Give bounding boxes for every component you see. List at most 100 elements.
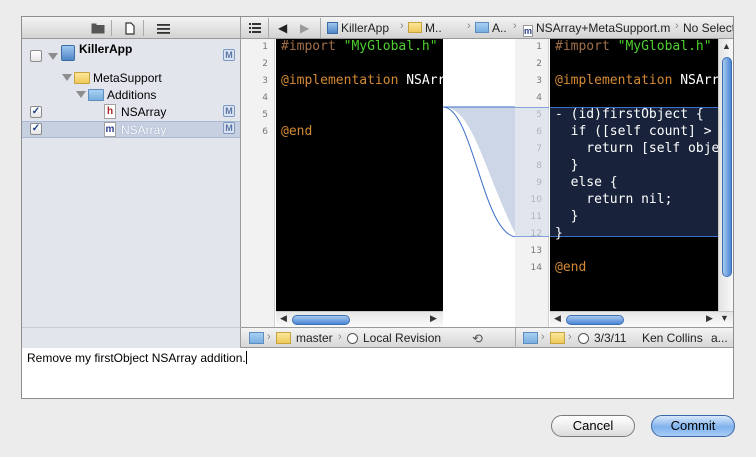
breadcrumb-separator-icon: › xyxy=(675,20,679,32)
disclosure-triangle-icon[interactable] xyxy=(76,91,86,98)
project-checkbox[interactable] xyxy=(30,50,42,62)
tree-item-metasupport[interactable]: MetaSupport xyxy=(22,70,240,87)
scroll-left-arrow-icon[interactable]: ◀ xyxy=(280,313,287,324)
line-number: 13 xyxy=(530,246,542,256)
include-checkbox[interactable]: ✓ xyxy=(30,106,42,118)
disclosure-triangle-icon[interactable] xyxy=(62,74,72,81)
line-number: 6 xyxy=(262,127,268,137)
history-icon[interactable]: ⟲ xyxy=(472,331,483,347)
project-label[interactable]: KillerApp xyxy=(79,42,132,56)
code-line: @end xyxy=(555,260,587,275)
scroll-left-arrow-icon[interactable]: ◀ xyxy=(554,313,561,324)
header-file-icon: h xyxy=(104,104,116,119)
commit-button[interactable]: Commit xyxy=(651,415,735,437)
revision-bar: › master › Local Revision ⟲ › › 3/3/11 K… xyxy=(241,327,733,348)
code-line: #import "MyGlobal.h" xyxy=(555,39,712,54)
breadcrumb-label: KillerApp xyxy=(341,21,390,35)
modified-badge: M xyxy=(223,49,235,61)
right-revision-date[interactable]: 3/3/11 xyxy=(594,331,626,345)
breadcrumb-label: M.. xyxy=(425,21,442,35)
tree-item-label: NSArray xyxy=(121,123,167,137)
code-line: else { xyxy=(555,175,618,190)
scroll-thumb[interactable] xyxy=(566,315,624,325)
line-number: 4 xyxy=(536,93,542,103)
disclosure-triangle-icon[interactable] xyxy=(48,53,58,60)
line-number: 1 xyxy=(536,42,542,52)
breadcrumb-group-a[interactable]: A.. xyxy=(475,21,507,35)
scroll-down-arrow-icon[interactable]: ▼ xyxy=(720,313,729,323)
right-revision-author[interactable]: Ken Collins xyxy=(642,331,703,345)
code-line: @implementation NSArr xyxy=(281,73,443,88)
tree-item-nsarray-impl[interactable]: ✓ m NSArray M xyxy=(22,121,240,138)
line-number: 3 xyxy=(262,76,268,86)
diff-highlight xyxy=(515,107,549,237)
left-branch[interactable]: master xyxy=(296,331,333,345)
branch-folder-icon[interactable] xyxy=(276,332,291,344)
right-horizontal-scrollbar[interactable]: ◀ ▶ ▼ xyxy=(550,311,733,327)
scroll-right-arrow-icon[interactable]: ▶ xyxy=(706,313,713,324)
project-icon xyxy=(61,45,75,61)
tree-item-label: Additions xyxy=(107,88,157,102)
breadcrumb-group-m[interactable]: M.. xyxy=(408,21,442,35)
right-vertical-scrollbar[interactable]: ▲ xyxy=(718,39,733,311)
implementation-file-icon: m xyxy=(104,122,116,137)
tree-item-additions[interactable]: Additions xyxy=(22,87,240,104)
code-line: } xyxy=(555,158,579,173)
modified-badge: M xyxy=(223,122,235,134)
left-revision[interactable]: Local Revision xyxy=(363,331,441,345)
breadcrumb-separator-icon: › xyxy=(400,20,404,32)
list-icon[interactable] xyxy=(154,20,172,36)
breadcrumb-separator-icon: › xyxy=(513,20,517,32)
include-checkbox[interactable]: ✓ xyxy=(30,123,42,135)
breadcrumb-separator-icon: › xyxy=(541,331,545,343)
scroll-thumb[interactable] xyxy=(292,315,350,325)
code-line: } xyxy=(555,226,563,241)
cancel-button[interactable]: Cancel xyxy=(551,415,635,437)
branch-folder-icon[interactable] xyxy=(550,332,565,344)
code-line: return nil; xyxy=(555,192,673,207)
breadcrumb-selection[interactable]: No Selection xyxy=(683,21,733,35)
folder-icon[interactable] xyxy=(249,332,264,344)
related-items-icon[interactable] xyxy=(249,22,261,36)
breadcrumb-separator-icon: › xyxy=(467,20,471,32)
commit-sheet: KillerApp M MetaSupport Additions ✓ h NS… xyxy=(21,16,734,399)
line-number: 1 xyxy=(262,42,268,52)
folder-icon xyxy=(475,22,489,33)
folder-icon[interactable] xyxy=(523,332,538,344)
commit-message-field[interactable]: Remove my firstObject NSArray addition. xyxy=(22,348,733,398)
breadcrumb-label: NSArray+MetaSupport.m xyxy=(536,21,671,35)
document-icon[interactable] xyxy=(121,20,139,36)
project-icon xyxy=(327,22,338,34)
left-horizontal-scrollbar[interactable]: ◀ ▶ xyxy=(276,311,443,327)
diff-connector xyxy=(442,39,518,327)
breadcrumb-file[interactable]: m NSArray+MetaSupport.m xyxy=(523,21,670,37)
breadcrumb-project[interactable]: KillerApp xyxy=(327,21,389,35)
commit-message-text: Remove my firstObject NSArray addition. xyxy=(27,351,246,365)
code-line: @implementation NSArr xyxy=(555,73,718,88)
forward-arrow-icon[interactable]: ▶ xyxy=(300,21,309,35)
code-line: - (id)firstObject { xyxy=(555,107,704,122)
right-code-editor[interactable]: #import "MyGlobal.h" @implementation NSA… xyxy=(550,39,718,311)
code-line: } xyxy=(555,209,579,224)
code-line: #import "MyGlobal.h" xyxy=(281,39,438,54)
navigator-toolbar xyxy=(22,17,241,39)
code-line: @end xyxy=(281,124,313,139)
line-number: 14 xyxy=(530,263,542,273)
breadcrumb-separator-icon: › xyxy=(267,331,271,343)
tree-item-nsarray-header[interactable]: ✓ h NSArray M xyxy=(22,104,240,121)
implementation-file-icon: m xyxy=(523,25,533,37)
modified-badge: M xyxy=(223,105,235,117)
left-code-editor[interactable]: #import "MyGlobal.h" @implementation NSA… xyxy=(276,39,443,311)
code-line: return [self obje xyxy=(555,141,718,156)
scroll-thumb[interactable] xyxy=(722,57,732,277)
scroll-right-arrow-icon[interactable]: ▶ xyxy=(430,313,437,324)
right-revision-more: a... xyxy=(711,331,728,345)
breadcrumb-label: A.. xyxy=(492,21,507,35)
folder-icon xyxy=(74,72,90,84)
line-number: 2 xyxy=(536,59,542,69)
back-arrow-icon[interactable]: ◀ xyxy=(278,21,287,35)
folder-icon[interactable] xyxy=(89,20,107,36)
folder-icon xyxy=(408,22,422,33)
folder-icon xyxy=(88,89,104,101)
scroll-up-arrow-icon[interactable]: ▲ xyxy=(722,41,731,51)
